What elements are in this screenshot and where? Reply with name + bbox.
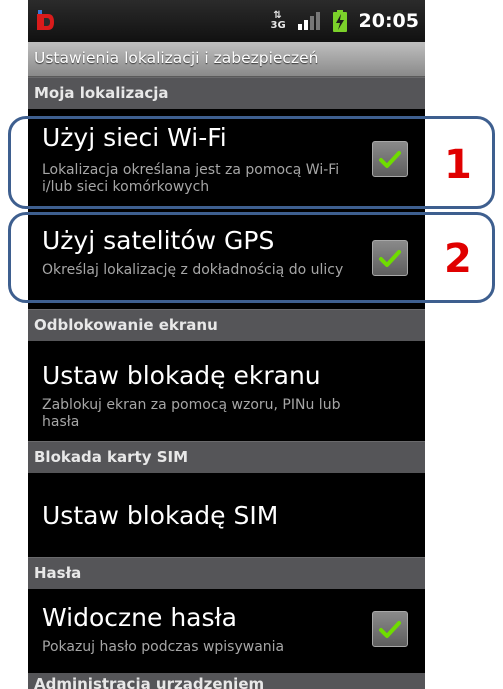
setting-title: Ustaw blokadę ekranu bbox=[42, 361, 321, 390]
setting-visible-passwords[interactable]: Widoczne hasła Pokazuj hasło podczas wpi… bbox=[28, 589, 425, 674]
checkmark-icon bbox=[379, 250, 401, 267]
battery-charging-icon bbox=[332, 10, 347, 32]
notification-icon bbox=[37, 10, 54, 30]
setting-use-gps[interactable]: Użyj satelitów GPS Określaj lokalizację … bbox=[28, 210, 425, 310]
page-title: Ustawienia lokalizacji i zabezpieczeń bbox=[34, 49, 319, 67]
annotation-number-2: 2 bbox=[444, 236, 472, 282]
phone-screen: ⇅ 3G 20:05 Ustawienia lokalizacji i zabe… bbox=[28, 0, 425, 689]
section-passwords: Hasła bbox=[28, 557, 425, 589]
setting-title: Widoczne hasła bbox=[42, 603, 237, 632]
section-label: Hasła bbox=[34, 564, 82, 582]
section-screen-unlock: Odblokowanie ekranu bbox=[28, 309, 425, 341]
network-3g-icon: ⇅ 3G bbox=[270, 10, 286, 31]
clock: 20:05 bbox=[358, 10, 419, 32]
setting-summary: Określaj lokalizację z dokładnością do u… bbox=[42, 262, 344, 278]
checkmark-icon bbox=[379, 621, 401, 638]
setting-summary: Zablokuj ekran za pomocą wzoru, PINu lub… bbox=[42, 397, 341, 430]
setting-sim-lock[interactable]: Ustaw blokadę SIM bbox=[28, 473, 425, 558]
page: ⇅ 3G 20:05 Ustawienia lokalizacji i zabe… bbox=[0, 0, 503, 689]
signal-icon bbox=[297, 12, 320, 30]
setting-title: Użyj sieci Wi-Fi bbox=[42, 123, 227, 152]
setting-summary: Pokazuj hasło podczas wpisywania bbox=[42, 639, 285, 655]
setting-title: Użyj satelitów GPS bbox=[42, 226, 275, 255]
title-bar: Ustawienia lokalizacji i zabezpieczeń bbox=[28, 42, 425, 77]
checkmark-icon bbox=[379, 151, 401, 168]
status-icons: ⇅ 3G 20:05 bbox=[271, 8, 419, 34]
setting-title: Ustaw blokadę SIM bbox=[42, 501, 279, 530]
section-my-location: Moja lokalizacja bbox=[28, 77, 425, 109]
section-label: Moja lokalizacja bbox=[34, 84, 169, 102]
setting-use-wifi[interactable]: Użyj sieci Wi-Fi Lokalizacja określana j… bbox=[28, 109, 425, 209]
section-sim-lock: Blokada karty SIM bbox=[28, 441, 425, 473]
wifi-checkbox[interactable] bbox=[372, 141, 408, 177]
gps-checkbox[interactable] bbox=[372, 240, 408, 276]
section-label: Administracja urządzeniem bbox=[34, 675, 265, 689]
section-label: Odblokowanie ekranu bbox=[34, 316, 218, 334]
setting-screen-lock[interactable]: Ustaw blokadę ekranu Zablokuj ekran za p… bbox=[28, 341, 425, 442]
annotation-number-1: 1 bbox=[444, 142, 472, 188]
section-label: Blokada karty SIM bbox=[34, 448, 189, 466]
status-bar: ⇅ 3G 20:05 bbox=[28, 0, 425, 42]
visible-passwords-checkbox[interactable] bbox=[372, 611, 408, 647]
setting-summary: Lokalizacja określana jest za pomocą Wi-… bbox=[42, 162, 340, 195]
section-device-admin: Administracja urządzeniem bbox=[28, 673, 425, 689]
